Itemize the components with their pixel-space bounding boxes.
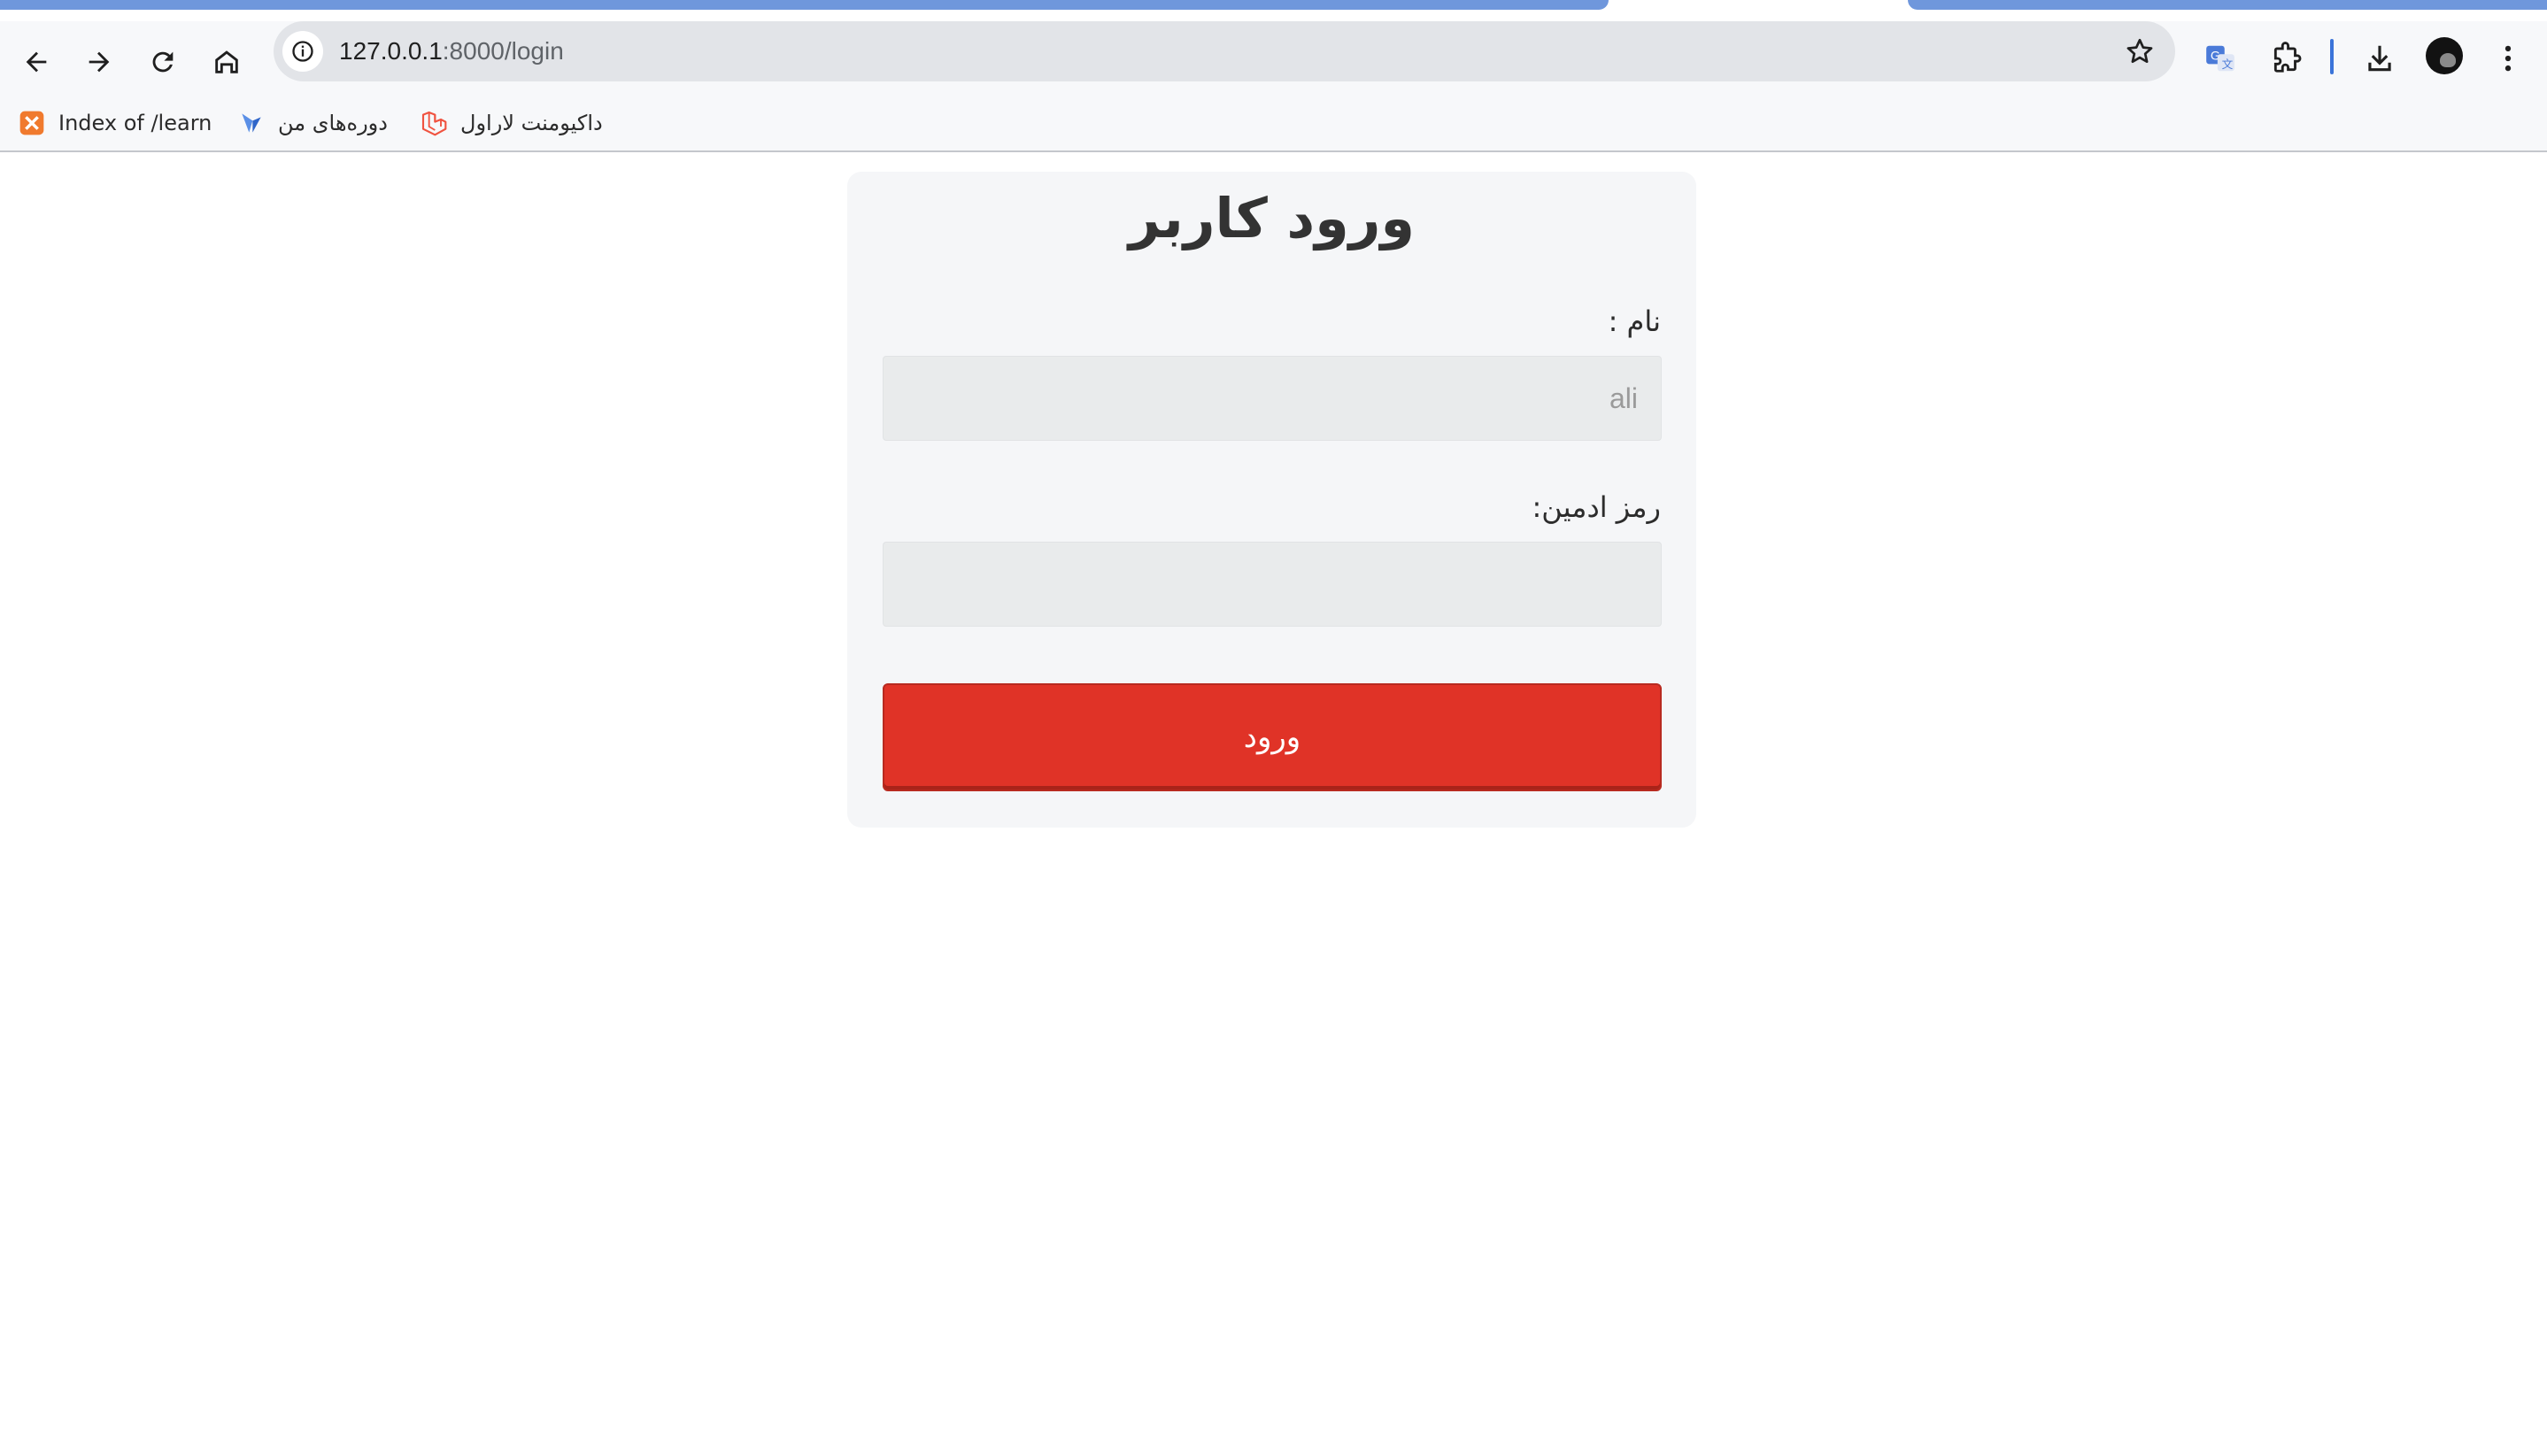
url-path: :8000/login <box>442 37 564 65</box>
download-icon <box>2368 45 2391 72</box>
home-icon <box>215 50 238 73</box>
toolbar-separator <box>2330 39 2334 74</box>
admin-password-input[interactable] <box>883 542 1662 627</box>
svg-text:文: 文 <box>2222 58 2234 71</box>
browser-toolbar: 127.0.0.1:8000/login G文 <box>0 21 2547 103</box>
laravel-icon <box>420 109 448 137</box>
back-button[interactable] <box>13 39 59 85</box>
reload-icon <box>152 51 174 73</box>
bookmark-label: دوره‌های من <box>278 111 388 135</box>
tab-strip <box>0 0 2547 21</box>
xampp-icon <box>18 109 46 137</box>
name-label: نام : <box>1608 304 1661 338</box>
login-button[interactable]: ورود <box>883 683 1662 791</box>
profile-avatar[interactable] <box>2426 37 2463 74</box>
course-logo-icon <box>237 109 266 137</box>
more-vert-icon <box>2505 45 2512 72</box>
bookmark-label: Index of /learn <box>58 111 212 135</box>
address-bar[interactable]: 127.0.0.1:8000/login <box>274 21 2175 81</box>
info-icon <box>292 41 313 62</box>
downloads-button[interactable] <box>2355 34 2404 83</box>
url-host: 127.0.0.1 <box>339 37 443 65</box>
bookmark-laravel-docs[interactable]: داکیومنت لاراول <box>420 96 603 150</box>
home-button[interactable] <box>204 39 250 85</box>
extensions-button[interactable] <box>2262 34 2312 83</box>
admin-password-label: رمز ادمین: <box>1532 490 1662 524</box>
url-text[interactable]: 127.0.0.1:8000/login <box>339 21 564 81</box>
reload-button[interactable] <box>140 39 186 85</box>
puzzle-icon <box>2273 42 2302 73</box>
bookmark-my-courses[interactable]: دوره‌های من <box>237 96 388 150</box>
star-icon <box>2126 38 2153 64</box>
bookmark-star-button[interactable] <box>2122 34 2157 69</box>
name-input[interactable] <box>883 356 1662 441</box>
browser-menu-button[interactable] <box>2483 34 2533 83</box>
bookmarks-bar: Index of /learn دوره‌های من داکیومنت لار… <box>0 96 2547 152</box>
active-tab-indicator[interactable] <box>0 0 1609 10</box>
forward-arrow-icon <box>89 51 110 73</box>
back-arrow-icon <box>26 51 47 73</box>
login-card: ورود کاربر نام : رمز ادمین: ورود <box>847 172 1696 828</box>
translate-button[interactable]: G文 <box>2196 34 2245 83</box>
bookmark-label: داکیومنت لاراول <box>460 111 603 135</box>
tab-indicator[interactable] <box>1908 0 2547 10</box>
forward-button[interactable] <box>76 39 122 85</box>
bookmark-index-of-learn[interactable]: Index of /learn <box>18 96 212 150</box>
page-title: ورود کاربر <box>1128 186 1416 250</box>
translate-icon: G文 <box>2206 45 2234 72</box>
site-info-button[interactable] <box>282 31 323 72</box>
